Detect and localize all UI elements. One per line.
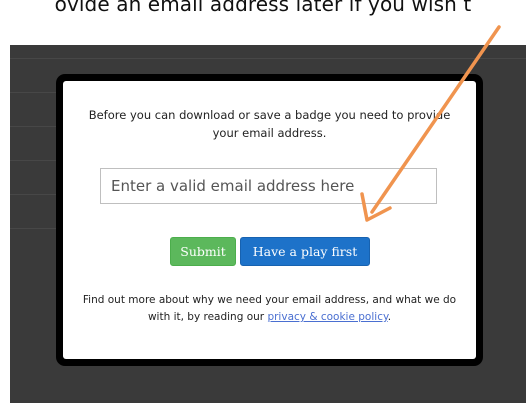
have-a-play-first-button[interactable]: Have a play first	[240, 237, 370, 266]
email-modal: Before you can download or save a badge …	[63, 81, 476, 359]
backdrop-divider	[10, 92, 56, 93]
privacy-cookie-policy-link[interactable]: privacy & cookie policy	[267, 311, 387, 323]
modal-intro-text: Before you can download or save a badge …	[63, 106, 476, 142]
backdrop-divider	[10, 194, 56, 195]
intro-line-1: Before you can download or save a badge …	[88, 108, 451, 122]
footer-line-2-prefix: with it, by reading our	[147, 311, 268, 323]
backdrop-divider	[10, 228, 56, 229]
backdrop-divider	[10, 58, 526, 59]
intro-line-2: your email address.	[212, 126, 327, 140]
submit-button[interactable]: Submit	[170, 237, 236, 266]
caption-text: ovide an email address later if you wish…	[54, 0, 472, 16]
footer-line-2: with it, by reading our privacy & cookie…	[63, 309, 476, 326]
backdrop-divider	[10, 126, 56, 127]
footer-line-1: Find out more about why we need your ema…	[82, 294, 457, 306]
email-input[interactable]	[100, 168, 437, 204]
modal-footer-text: Find out more about why we need your ema…	[63, 292, 476, 326]
footer-line-2-suffix: .	[387, 311, 392, 323]
backdrop-divider	[10, 160, 56, 161]
